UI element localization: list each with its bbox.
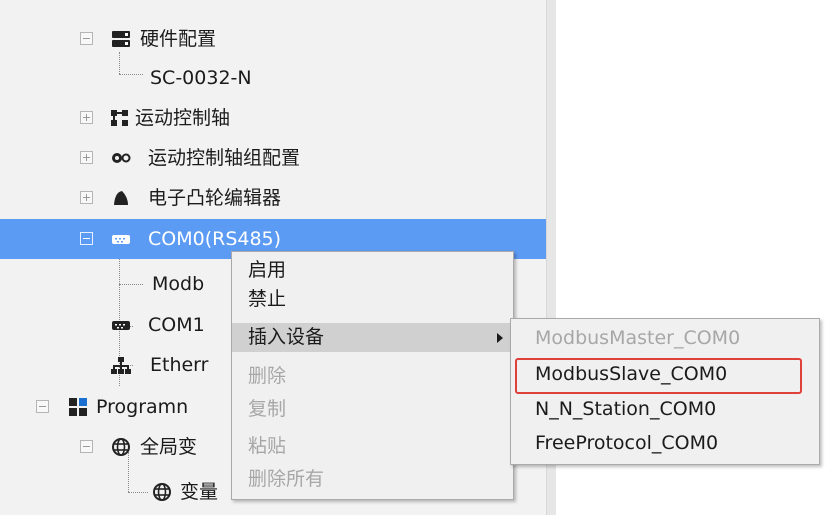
submenu-item-label: ModbusMaster_COM0 xyxy=(535,327,741,349)
menu-item-label: 禁止 xyxy=(248,288,287,310)
menu-item-label: 插入设备 xyxy=(248,326,325,348)
menu-item-label: 粘贴 xyxy=(248,435,287,457)
gears-icon xyxy=(112,153,131,163)
collapse-toggle[interactable] xyxy=(80,440,93,453)
submenu-item-label: N_N_Station_COM0 xyxy=(535,398,717,420)
motion-axis-icon xyxy=(111,110,128,126)
hardware-config-icon xyxy=(112,31,130,47)
submenu-arrow-icon xyxy=(497,333,503,343)
tree-item-label: COM0(RS485) xyxy=(148,228,282,250)
tree-item-label: 硬件配置 xyxy=(140,28,217,50)
menu-item-enable[interactable]: 启用 xyxy=(232,256,513,285)
serial-port-icon xyxy=(112,235,130,244)
submenu-item-modbus-master[interactable]: ModbusMaster_COM0 xyxy=(511,324,819,353)
tree-item-motion-axis[interactable]: 运动控制轴 xyxy=(0,98,546,138)
collapse-toggle[interactable] xyxy=(36,400,49,413)
tree-item-label: 运动控制轴 xyxy=(135,107,231,129)
globe-icon xyxy=(153,483,171,501)
tree-item-label: COM1 xyxy=(148,314,205,336)
tree-item-axis-group[interactable]: 运动控制轴组配置 xyxy=(0,138,546,178)
tree-item-cam-editor[interactable]: 电子凸轮编辑器 xyxy=(0,178,546,218)
serial-port-icon xyxy=(112,321,130,330)
tree-item-hardware-config[interactable]: 硬件配置 xyxy=(0,19,546,59)
menu-item-disable[interactable]: 禁止 xyxy=(232,285,513,314)
tree-item-label: Modb xyxy=(152,273,205,295)
tree-item-label: Etherr xyxy=(150,354,209,376)
cam-icon xyxy=(114,191,128,205)
tree-item-label: 电子凸轮编辑器 xyxy=(148,187,282,209)
menu-item-paste[interactable]: 粘贴 xyxy=(232,432,513,461)
submenu-item-label: FreeProtocol_COM0 xyxy=(535,432,719,454)
tree-item-device[interactable]: SC-0032-N xyxy=(0,58,546,98)
submenu-item-nn-station[interactable]: N_N_Station_COM0 xyxy=(511,395,819,424)
tree-item-label: 全局变 xyxy=(140,436,198,458)
highlight-box xyxy=(515,358,802,394)
collapse-toggle[interactable] xyxy=(80,232,93,245)
globe-icon xyxy=(112,438,130,456)
menu-item-delete[interactable]: 删除 xyxy=(232,362,513,391)
menu-item-insert-device[interactable]: 插入设备 xyxy=(232,323,513,352)
expand-toggle[interactable] xyxy=(80,151,93,164)
expand-toggle[interactable] xyxy=(80,191,93,204)
program-blocks-icon xyxy=(69,398,87,416)
tree-item-label: 变量 xyxy=(180,481,219,503)
menu-item-label: 删除 xyxy=(248,365,287,387)
context-menu: 启用 禁止 插入设备 删除 复制 粘贴 删除所有 xyxy=(231,251,514,500)
tree-row-partial xyxy=(0,0,546,18)
tree-item-label: SC-0032-N xyxy=(150,67,252,89)
menu-item-copy[interactable]: 复制 xyxy=(232,395,513,424)
tree-item-label: Programn xyxy=(96,396,189,418)
menu-item-label: 复制 xyxy=(248,398,287,420)
expand-toggle[interactable] xyxy=(80,111,93,124)
submenu-item-free-protocol[interactable]: FreeProtocol_COM0 xyxy=(511,429,819,458)
menu-item-label: 启用 xyxy=(248,259,287,281)
menu-item-label: 删除所有 xyxy=(248,468,325,490)
collapse-toggle[interactable] xyxy=(80,32,93,45)
network-icon xyxy=(111,357,131,374)
tree-item-label: 运动控制轴组配置 xyxy=(148,147,301,169)
menu-item-delete-all[interactable]: 删除所有 xyxy=(232,465,513,494)
